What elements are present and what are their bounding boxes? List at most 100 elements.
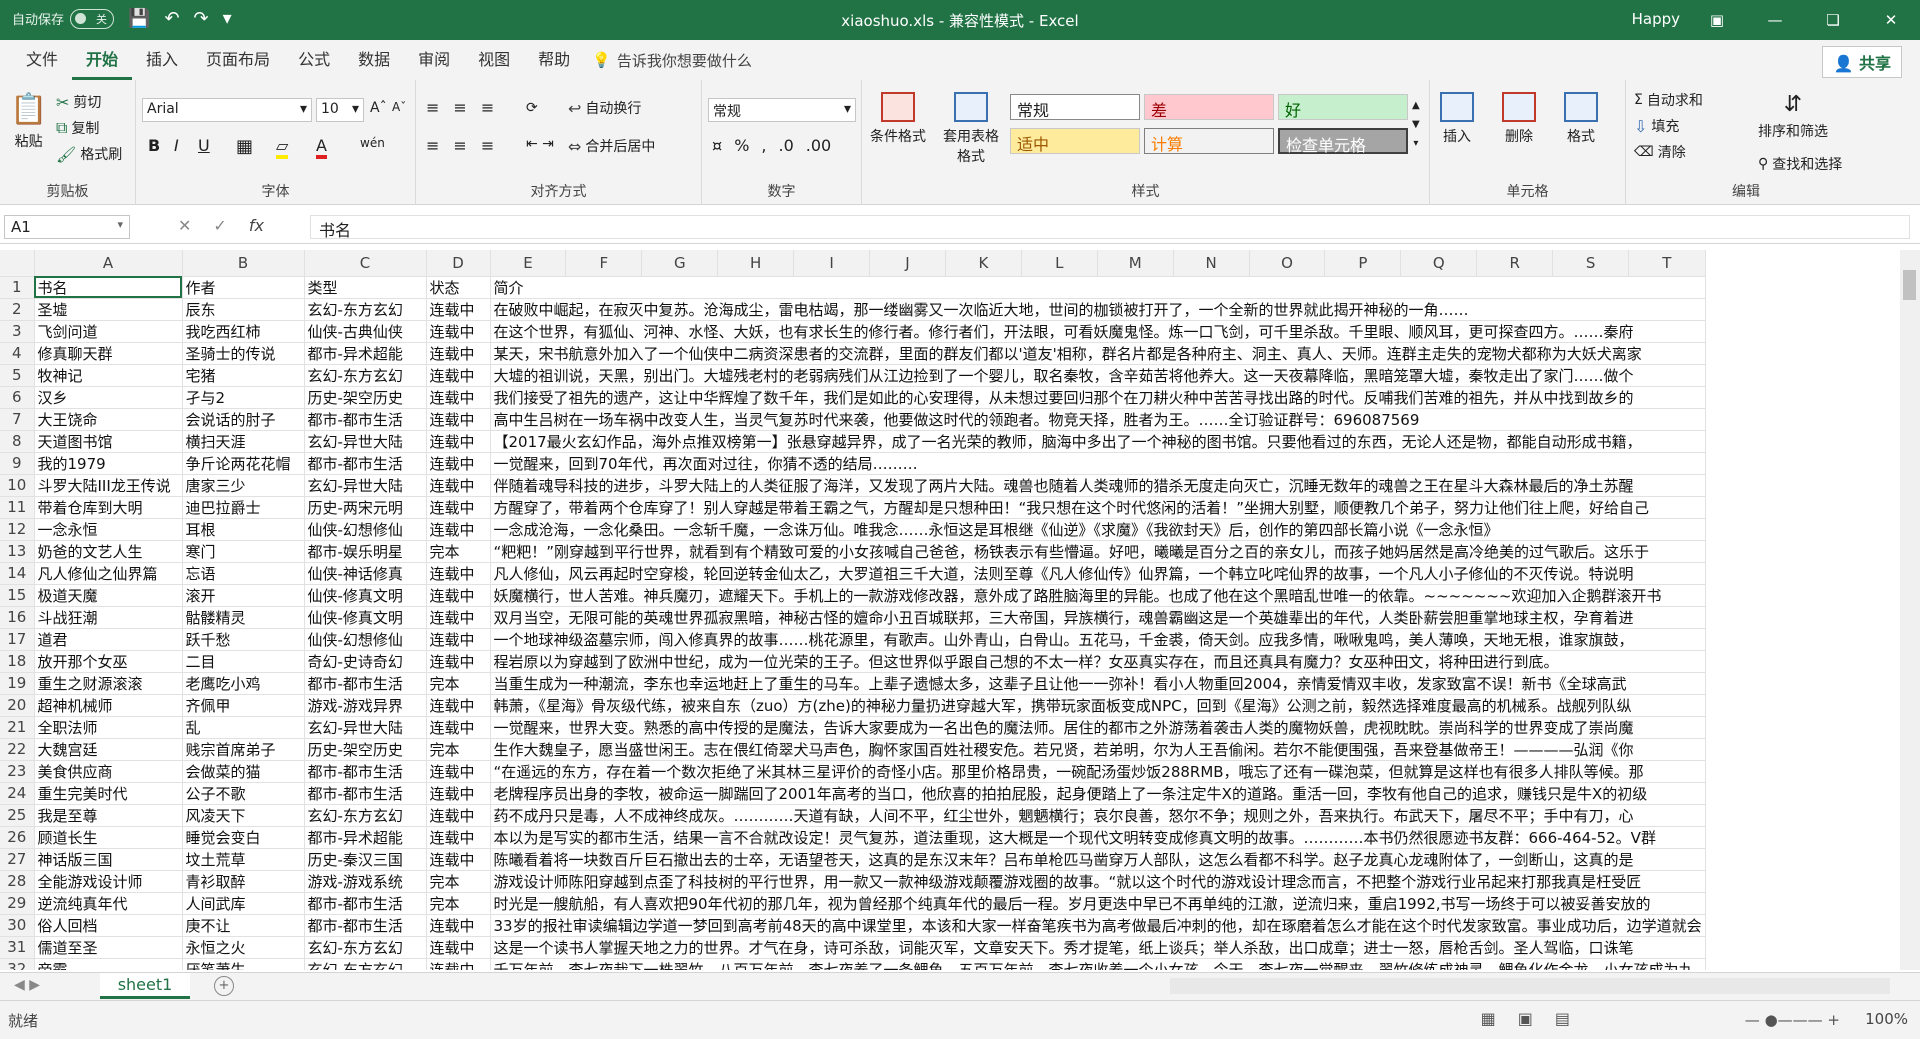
tell-me-box[interactable]: 💡 告诉我你想要做什么 [592,50,752,71]
cell[interactable]: 滚开 [182,584,305,607]
cell[interactable]: 乱 [182,716,305,739]
bold-button[interactable]: B [148,136,160,155]
cell[interactable]: 类型 [304,276,427,299]
cell[interactable]: 坟土荒草 [182,848,305,871]
underline-button[interactable]: U [198,136,210,155]
cell[interactable]: 飞剑问道 [34,320,183,343]
row-header[interactable]: 9 [0,452,35,475]
cell[interactable]: 仙侠-幻想修仙 [304,628,427,651]
row-header[interactable]: 6 [0,386,35,409]
tab-2[interactable]: 插入 [132,40,192,80]
cell-intro[interactable]: 韩萧，《星海》骨灰级代练，被来自东（zuo）方(zhe)的神秘力量扔进穿越大军，… [490,694,1706,717]
cell[interactable]: 美食供应商 [34,760,183,783]
cell-intro[interactable]: 伴随着魂导科技的进步，斗罗大陆上的人类征服了海洋，又发现了两片大陆。魂兽也随着人… [490,474,1706,497]
conditional-format-button[interactable]: 条件格式 [870,92,926,146]
tab-0[interactable]: 文件 [12,40,72,80]
cell[interactable]: 庚不让 [182,914,305,937]
sort-filter-button[interactable]: ⇵ 排序和筛选 [1758,92,1828,141]
cell[interactable]: 都市-异术超能 [304,826,427,849]
column-header[interactable]: K [945,250,1022,277]
normal-view-icon[interactable]: ▦ [1481,1009,1496,1028]
row-header[interactable]: 29 [0,892,35,915]
cell[interactable]: 玄幻-东方玄幻 [304,298,427,321]
cell-intro[interactable]: 一个地球神级盗墓宗师，闯入修真界的故事……桃花源里，有歌声。山外青山，白骨山。五… [490,628,1706,651]
cell[interactable]: 我是至尊 [34,804,183,827]
cell[interactable]: 连载中 [426,562,491,585]
row-header[interactable]: 28 [0,870,35,893]
format-cells-button[interactable]: 格式 [1564,92,1598,146]
number-format-buttons[interactable]: ¤%, .0 .00 [712,136,831,155]
cell[interactable]: 辰东 [182,298,305,321]
cell-intro[interactable]: “在遥远的东方，存在着一个数次拒绝了米其林三星评价的奇怪小店。那里价格昂贵，一碗… [490,760,1706,783]
cell[interactable]: 神话版三国 [34,848,183,871]
cell[interactable]: 都市-娱乐明星 [304,540,427,563]
row-header[interactable]: 26 [0,826,35,849]
row-header[interactable]: 12 [0,518,35,541]
font-color-icon[interactable]: A [316,136,327,159]
cell[interactable]: 完本 [426,738,491,761]
cell[interactable]: 历史-架空历史 [304,738,427,761]
cell[interactable]: 玄幻-东方玄幻 [304,958,427,970]
enter-icon[interactable]: ✓ [213,216,226,235]
style-calculation[interactable]: 计算 [1144,128,1274,154]
cell[interactable]: 仙侠-修真文明 [304,606,427,629]
column-header[interactable]: J [869,250,946,277]
cell[interactable]: 寒门 [182,540,305,563]
cell[interactable]: 骷髅精灵 [182,606,305,629]
cell[interactable]: 连载中 [426,364,491,387]
cell[interactable]: 帝霸 [34,958,183,970]
cell[interactable]: 连载中 [426,474,491,497]
style-normal[interactable]: 常规 [1010,94,1140,120]
horizontal-align-buttons[interactable]: ≡ ≡ ≡ [426,136,494,155]
cell[interactable]: 跃千愁 [182,628,305,651]
row-header[interactable]: 4 [0,342,35,365]
cell[interactable]: 书名 [34,276,183,299]
delete-cells-button[interactable]: 删除 [1502,92,1536,146]
row-header[interactable]: 24 [0,782,35,805]
column-header[interactable]: Q [1400,250,1478,277]
cell[interactable]: 忘语 [182,562,305,585]
phonetic-icon[interactable]: wén [360,136,385,150]
comma-icon[interactable]: , [761,136,766,155]
cell[interactable]: 玄幻-异世大陆 [304,430,427,453]
share-button[interactable]: 👤 共享 [1822,46,1902,78]
zoom-level[interactable]: 100% [1865,1010,1908,1028]
cell[interactable]: 超神机械师 [34,694,183,717]
increase-decimal-icon[interactable]: .0 [778,136,793,155]
merge-center-button[interactable]: ⇔ 合并后居中 [568,136,655,156]
row-header[interactable]: 27 [0,848,35,871]
more-icon[interactable]: ▾ [1413,138,1418,149]
cell-intro[interactable]: 游戏设计师陈阳穿越到点歪了科技树的平行世界，用一款又一款神级游戏颠覆游戏圈的故事… [490,870,1706,893]
cell[interactable]: 玄幻-异世大陆 [304,474,427,497]
cell[interactable]: 都市-都市生活 [304,760,427,783]
cell[interactable]: 奶爸的文艺人生 [34,540,183,563]
cell-intro[interactable]: 生作大魏皇子，愿当盛世闲王。志在偎红倚翠犬马声色，胸怀家国百姓社稷安危。若兄贤，… [490,738,1706,761]
cell-intro[interactable]: 凡人修仙，风云再起时空穿梭，轮回逆转金仙太乙，大罗道祖三千大道，法则至尊《凡人修… [490,562,1706,585]
cell[interactable]: 永恒之火 [182,936,305,959]
cell[interactable]: 逆流纯真年代 [34,892,183,915]
formula-input[interactable]: 书名 [310,215,1910,240]
cell-intro[interactable]: 老牌程序员出身的李牧，被命运一脚踹回了2001年高考的当口，他欣喜的拍拍屁股，起… [490,782,1706,805]
chevron-up-icon[interactable]: ▲ [1412,100,1420,111]
tab-6[interactable]: 审阅 [404,40,464,80]
cell[interactable]: 奇幻-史诗奇幻 [304,650,427,673]
cell[interactable]: 人间武库 [182,892,305,915]
cell[interactable]: 仙侠-神话修真 [304,562,427,585]
cell[interactable]: 连载中 [426,804,491,827]
minimize-icon[interactable]: — [1746,0,1804,40]
column-header[interactable]: R [1476,250,1554,277]
cell[interactable]: 都市-异术超能 [304,342,427,365]
cell-intro[interactable]: 一觉醒来，世界大变。熟悉的高中传授的是魔法，告诉大家要成为一名出色的魔法师。居住… [490,716,1706,739]
cell-intro[interactable]: 33岁的报社审读编辑边学道一梦回到高考前48天的高中课堂里，本该和大家一样奋笔疾… [490,914,1706,937]
cell[interactable]: 连载中 [426,628,491,651]
cell-intro[interactable]: 高中生吕树在一场车祸中改变人生，当灵气复苏时代来袭，他要做这时代的领跑者。物竞天… [490,408,1706,431]
cell[interactable]: 俗人回档 [34,914,183,937]
cell[interactable]: 全能游戏设计师 [34,870,183,893]
font-name-select[interactable]: Arial ▾ [142,98,312,122]
row-header[interactable]: 1 [0,276,35,299]
cell[interactable]: 都市-都市生活 [304,452,427,475]
ribbon-display-icon[interactable]: ▣ [1688,0,1746,40]
autosave-switch[interactable]: 关 [70,8,115,29]
cell[interactable]: 凡人修仙之仙界篇 [34,562,183,585]
cell-intro[interactable]: 程岩原以为穿越到了欧洲中世纪，成为一位光荣的王子。但这世界似乎跟自己想的不太一样… [490,650,1706,673]
